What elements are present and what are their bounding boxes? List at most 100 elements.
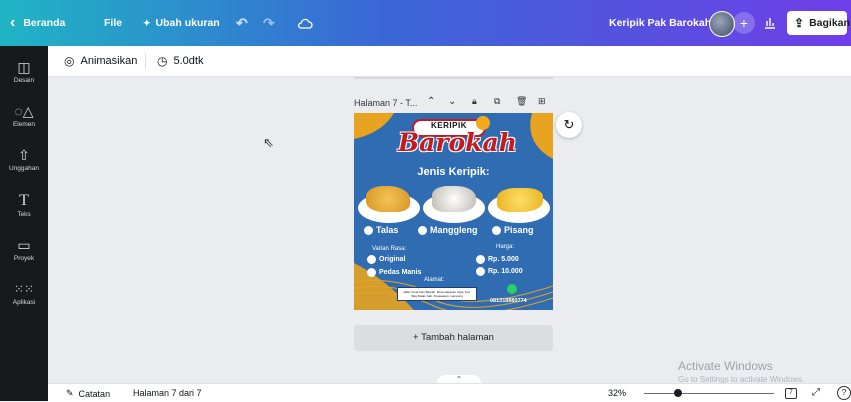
add-member-icon[interactable]: + (733, 12, 755, 34)
type-manggleng: Manggleng (418, 225, 478, 235)
address-label: Alamat: (424, 277, 445, 283)
share-label: Bagikan (809, 17, 850, 29)
bullet-icon (364, 225, 373, 235)
sidebar-item-apps[interactable]: ⁙⁙ Aplikasi (0, 280, 48, 306)
trash-icon[interactable]: 🗑︎ (516, 96, 527, 107)
page-header: Halaman 7 - T... ⌃ ⌄ 🔒︎ ⧉ 🗑︎ ⊞ (354, 96, 553, 110)
sidebar-item-design[interactable]: ◫ Desain (0, 58, 48, 84)
duration-label: 5.0dtk (173, 55, 204, 67)
sidebar-item-elements[interactable]: ◌△ Elemen (0, 102, 48, 128)
type-talas: Talas (364, 225, 398, 235)
home-button[interactable]: ‹ Beranda (10, 0, 65, 46)
avatar[interactable] (709, 11, 735, 37)
activate-windows-title: Activate Windows (678, 359, 773, 373)
cloud-upload-icon: ⇧ (18, 147, 30, 163)
phone-number: 081318880774 (490, 298, 527, 304)
help-icon[interactable]: ? (837, 386, 851, 400)
redo-icon[interactable]: ↷ (263, 0, 275, 46)
talas-chips-image (366, 186, 410, 212)
type-label: Pisang (504, 225, 534, 235)
sidebar-item-projects[interactable]: ▭ Proyek (0, 236, 48, 262)
animate-icon: ◎ (64, 54, 75, 68)
bullet-icon (492, 225, 501, 235)
whatsapp-icon (507, 284, 517, 294)
chevron-down-icon[interactable]: ⌄ (448, 96, 456, 107)
home-label: Beranda (23, 17, 66, 29)
apps-grid-icon: ⁙⁙ (13, 282, 35, 296)
project-title[interactable]: Keripik Pak Barokah (609, 0, 711, 46)
sidebar-item-label: Proyek (13, 255, 35, 262)
add-page-icon[interactable]: ⊞ (538, 96, 546, 107)
file-menu[interactable]: File (104, 0, 122, 46)
chevron-up-icon[interactable]: ⌃ (427, 96, 435, 107)
notes-button[interactable]: ✎ Catatan (66, 388, 110, 399)
share-button[interactable]: ⇪ Bagikan (787, 11, 850, 35)
resize-label: Ubah ukuran (155, 17, 220, 29)
address-box: Jalan Umar Dan Basrah, Desa Harapan Jaya… (397, 287, 477, 301)
price-label: Rp. 5.000 (488, 256, 519, 263)
duration-button[interactable]: ◷ 5.0dtk (157, 54, 203, 68)
undo-icon[interactable]: ↶ (236, 0, 248, 46)
lock-icon[interactable]: 🔒︎ (472, 96, 477, 107)
price-pedas-manis: Rp. 10.000 (476, 267, 523, 276)
clock-icon: ◷ (157, 54, 168, 68)
sidebar-item-label: Teks (17, 211, 31, 218)
pisang-chips-image (497, 188, 543, 212)
zoom-slider[interactable] (644, 393, 774, 394)
chevron-left-icon: ‹ (10, 14, 16, 31)
shapes-icon: ◌△ (14, 103, 34, 119)
notes-icon: ✎ (66, 388, 74, 398)
layout-icon: ◫ (17, 59, 31, 75)
variant-original: Original (367, 255, 405, 264)
price-label: Rp. 10.000 (488, 268, 523, 275)
page-indicator: Halaman 7 dari 7 (133, 388, 202, 398)
price-original: Rp. 5.000 (476, 255, 519, 264)
page-title[interactable]: Halaman 7 - T... (354, 98, 417, 108)
type-pisang: Pisang (492, 225, 534, 235)
type-label: Talas (376, 225, 399, 235)
zoom-value[interactable]: 32% (608, 388, 626, 398)
resize-button[interactable]: ✦ Ubah ukuran (143, 0, 220, 46)
fullscreen-icon[interactable]: ⤢ (812, 387, 820, 398)
previous-page-edge (354, 77, 553, 79)
sidebar-item-label: Desain (13, 77, 35, 84)
zoom-slider-thumb[interactable] (674, 389, 682, 397)
editor-toolbar: ◎ Animasikan ◷ 5.0dtk (48, 46, 851, 77)
variant-header: Varian Rasa: (372, 246, 407, 252)
notes-label: Catatan (78, 388, 111, 399)
bullet-icon (367, 255, 376, 264)
design-page[interactable]: KERIPIK Barokah Jenis Keripik: Talas Man… (354, 113, 553, 310)
cloud-saved-icon[interactable] (297, 0, 313, 46)
insights-icon[interactable] (763, 0, 777, 46)
brand-title: Barokah (398, 128, 517, 157)
top-bar: ‹ Beranda File ✦ Ubah ukuran ↶ ↷ Keripik… (0, 0, 851, 46)
animate-label: Animasikan (80, 55, 138, 67)
sidebar-item-label: Elemen (12, 121, 36, 128)
sidebar-item-text[interactable]: T Teks (0, 192, 48, 218)
folder-icon: ▭ (17, 237, 31, 253)
bullet-icon (418, 225, 427, 235)
share-icon: ⇪ (794, 16, 805, 30)
bullet-icon (476, 255, 485, 264)
page-count-badge[interactable]: 7 (785, 388, 797, 399)
subtitle: Jenis Keripik: (417, 166, 490, 178)
mouse-cursor-icon: ⇖ (263, 135, 274, 150)
sidebar-item-uploads[interactable]: ⇧ Unggahan (0, 146, 48, 172)
animate-button[interactable]: ◎ Animasikan (64, 54, 137, 68)
type-label: Manggleng (430, 225, 478, 235)
sidebar-item-label: Aplikasi (12, 299, 36, 306)
variant-label: Original (379, 256, 406, 263)
manggleng-chips-image (432, 186, 476, 212)
sidebar-item-label: Unggahan (9, 165, 39, 172)
bullet-icon (476, 267, 485, 276)
refresh-icon[interactable]: ↻ (556, 112, 582, 138)
duplicate-icon[interactable]: ⧉ (494, 96, 500, 107)
toolbar-divider (145, 53, 146, 69)
variant-label: Pedas Manis (379, 269, 422, 276)
side-panel: ◫ Desain ◌△ Elemen ⇧ Unggahan T Teks ▭ P… (0, 46, 48, 401)
add-page-button[interactable]: + Tambah halaman (354, 325, 553, 351)
price-header: Harga: (496, 244, 515, 250)
bottom-bar: ✎ Catatan Halaman 7 dari 7 32% 7 ⤢ ? (48, 383, 851, 402)
sparkle-icon: ✦ (143, 17, 151, 28)
text-icon: T (19, 192, 29, 209)
